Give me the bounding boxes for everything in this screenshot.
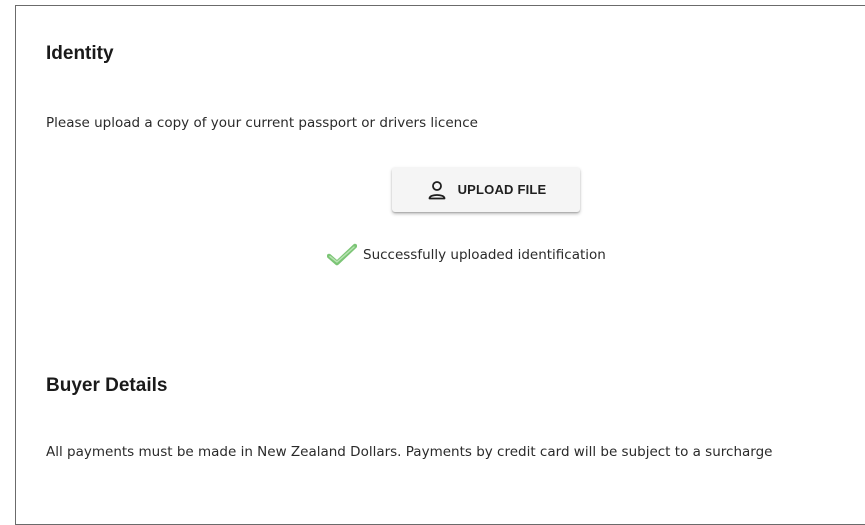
identity-heading: Identity xyxy=(46,43,114,64)
upload-file-button[interactable]: UPLOAD FILE xyxy=(392,167,580,212)
buyer-payment-note: All payments must be made in New Zealand… xyxy=(46,444,773,460)
checkmark-icon xyxy=(327,243,357,267)
identity-instruction: Please upload a copy of your current pas… xyxy=(46,115,478,131)
buyer-details-heading: Buyer Details xyxy=(46,375,168,396)
form-panel: Identity Please upload a copy of your cu… xyxy=(15,5,865,525)
upload-status: Successfully uploaded identification xyxy=(327,243,606,267)
person-icon xyxy=(426,179,448,201)
upload-file-label: UPLOAD FILE xyxy=(457,182,547,197)
upload-status-message: Successfully uploaded identification xyxy=(363,247,606,263)
